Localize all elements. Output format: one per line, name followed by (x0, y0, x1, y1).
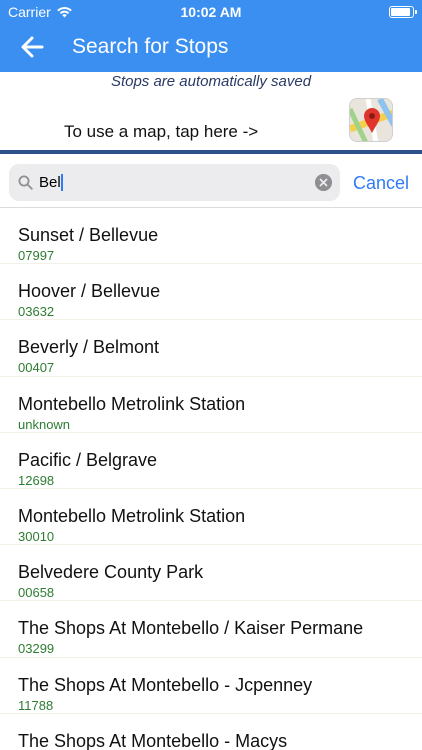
list-item[interactable]: The Shops At Montebello - Macys (0, 714, 422, 750)
stop-name: Hoover / Bellevue (18, 281, 161, 302)
search-input[interactable]: Bel (39, 174, 63, 191)
stop-name: Belvedere County Park (18, 562, 204, 583)
stop-id: 30010 (18, 528, 55, 544)
list-item[interactable]: Montebello Metrolink Station 30010 (0, 489, 422, 546)
stop-name: Montebello Metrolink Station (18, 505, 246, 526)
stop-name: The Shops At Montebello / Kaiser Permane (18, 618, 364, 639)
autosave-note: Stops are automatically saved (110, 73, 312, 90)
search-icon (18, 175, 33, 190)
stop-name: The Shops At Montebello - Macys (18, 730, 288, 750)
stops-list: Sunset / Bellevue 07997 Hoover / Bellevue… (0, 208, 422, 750)
page-title: Search for Stops (72, 35, 229, 58)
list-item[interactable]: Montebello Metrolink Station unknown (0, 377, 422, 433)
list-item[interactable]: Beverly / Belmont 00407 (0, 320, 422, 377)
stop-name: Montebello Metrolink Station (18, 393, 246, 414)
stop-id: 00407 (18, 360, 55, 376)
stop-name: Beverly / Belmont (18, 337, 160, 358)
list-item[interactable]: Sunset / Bellevue 07997 (0, 208, 422, 265)
clear-icon[interactable] (315, 174, 332, 191)
battery-icon (389, 6, 417, 18)
map-button[interactable] (349, 98, 393, 142)
stop-id: 12698 (18, 472, 55, 488)
clock: 10:02 AM (180, 4, 242, 20)
list-item[interactable]: Hoover / Bellevue 03632 (0, 264, 422, 321)
back-arrow-icon[interactable] (20, 34, 44, 60)
list-item[interactable]: The Shops At Montebello / Kaiser Permane… (0, 601, 422, 658)
stop-name: The Shops At Montebello - Jcpenney (18, 674, 313, 695)
stop-id: 03632 (18, 304, 55, 320)
stop-id: unknown (18, 416, 71, 432)
map-icon (350, 99, 392, 141)
cancel-button[interactable]: Cancel (353, 173, 409, 194)
list-item[interactable]: The Shops At Montebello - Jcpenney 11788 (0, 658, 422, 714)
list-item[interactable]: Pacific / Belgrave 12698 (0, 433, 422, 489)
search-bar: Bel Cancel (0, 155, 422, 208)
stop-id: 07997 (18, 248, 55, 263)
search-value: Bel (39, 174, 61, 191)
search-field[interactable]: Bel (9, 164, 340, 201)
map-prompt: To use a map, tap here -> (64, 122, 259, 141)
section-divider (0, 150, 422, 154)
stop-id: 03299 (18, 641, 55, 657)
stop-name: Sunset / Bellevue (18, 225, 159, 245)
header: Carrier 10:02 AM Search for Stops (0, 0, 422, 72)
text-caret (60, 174, 63, 191)
stop-name: Pacific / Belgrave (18, 449, 158, 470)
stop-id: 11788 (18, 697, 54, 713)
nav-bar: Search for Stops (0, 24, 422, 72)
stop-id: 00658 (18, 585, 55, 601)
list-item[interactable]: Belvedere County Park 00658 (0, 545, 422, 602)
status-bar: Carrier 10:02 AM (0, 0, 422, 24)
